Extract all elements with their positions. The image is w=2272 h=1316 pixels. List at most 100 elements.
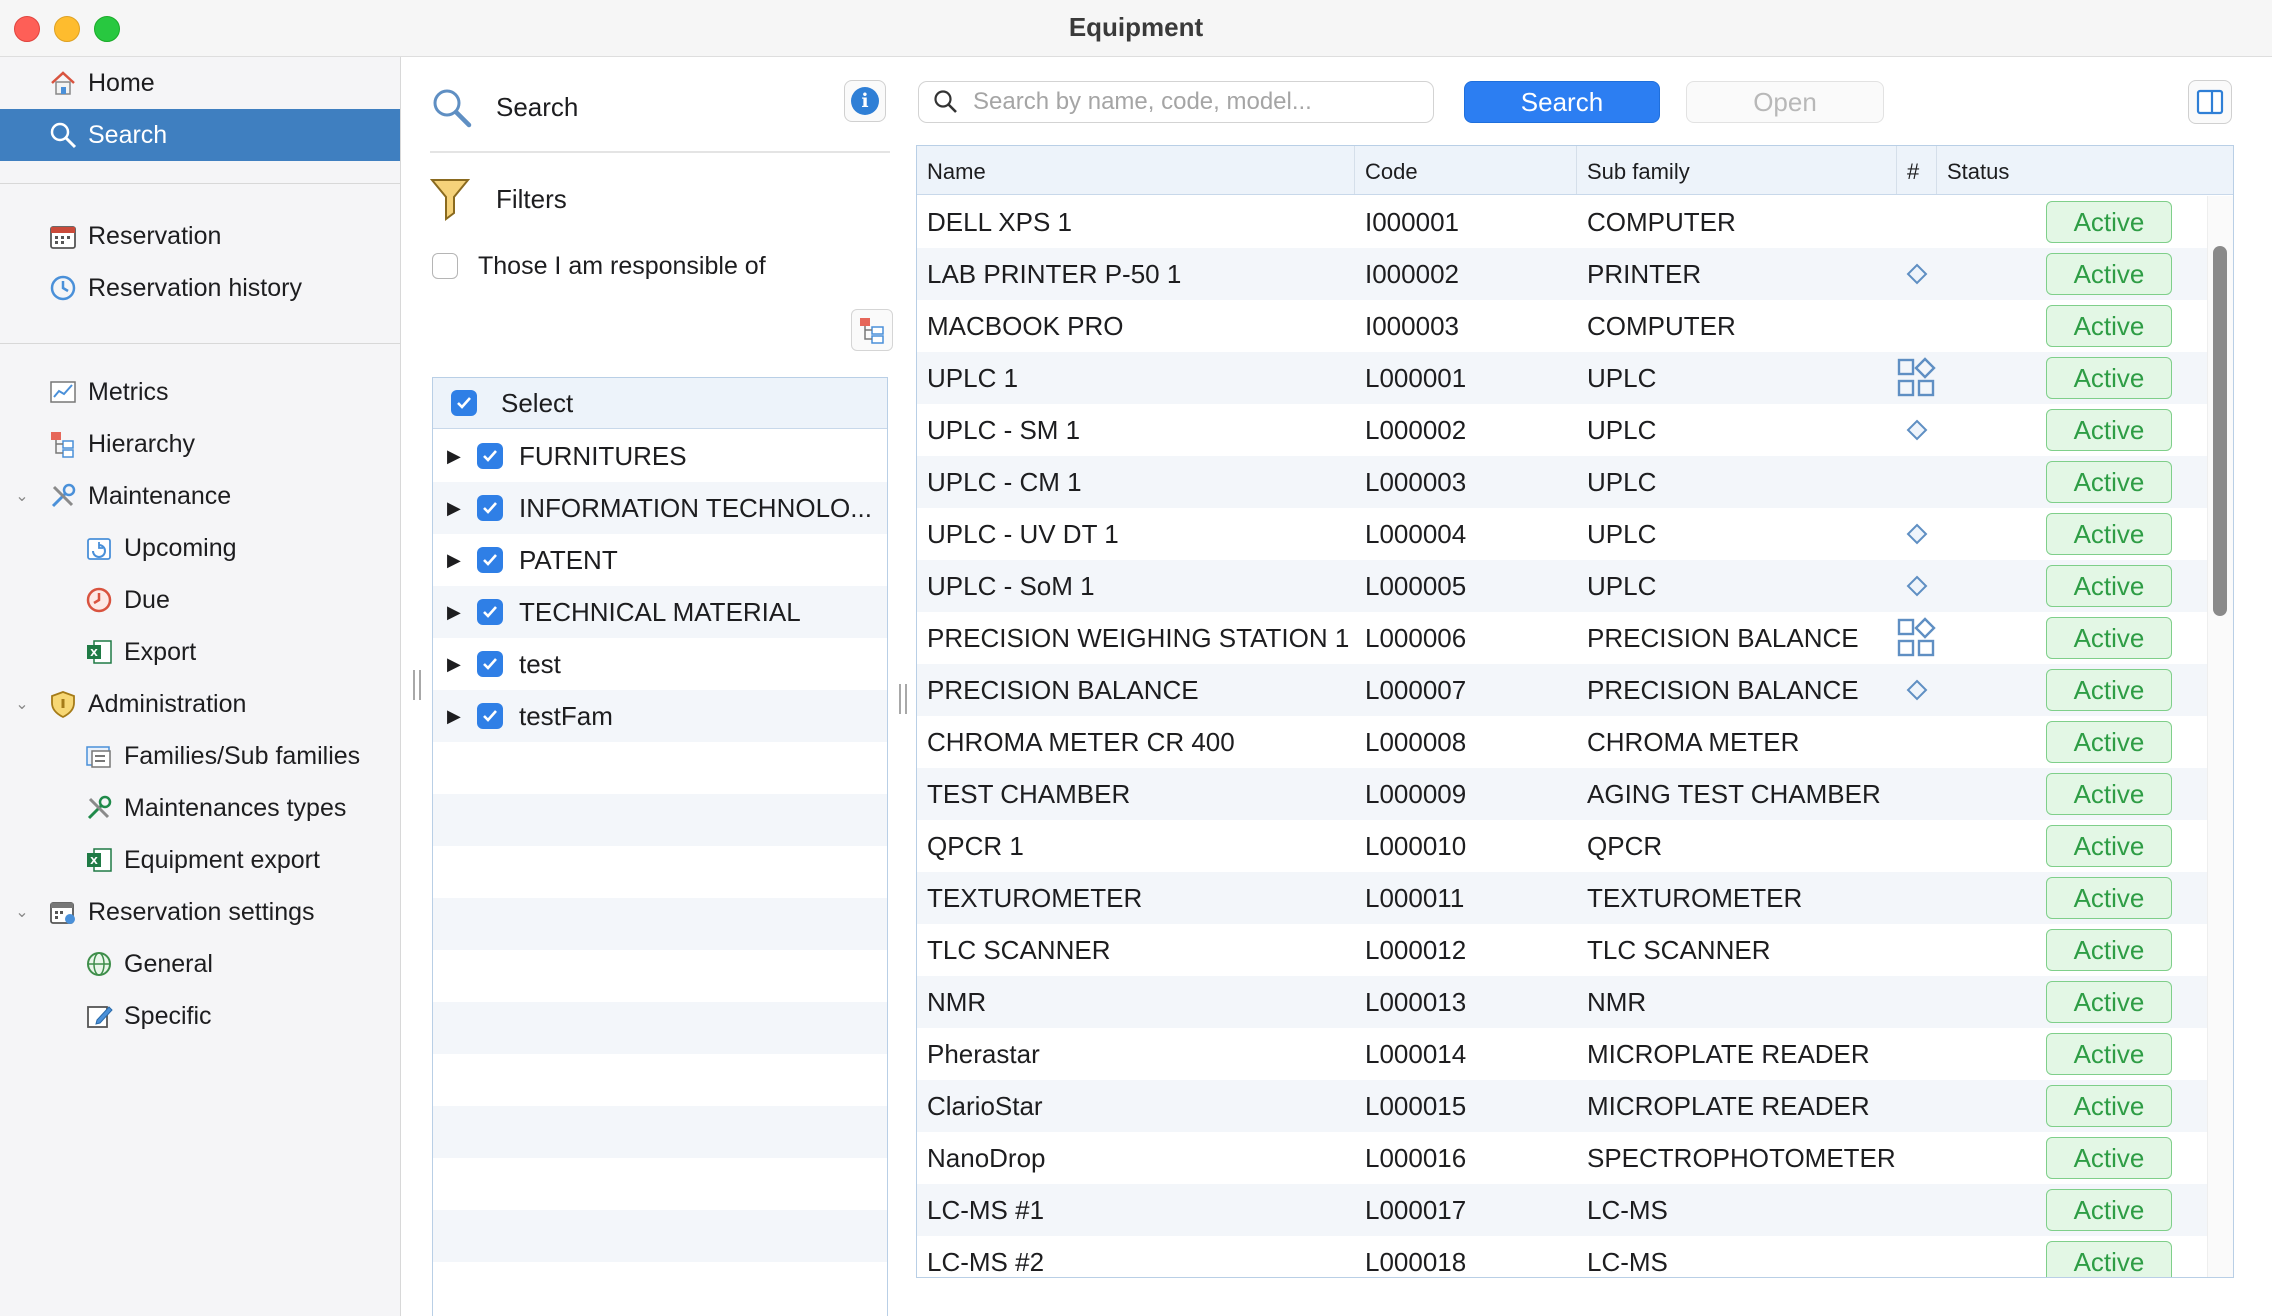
equipment-search-field[interactable] bbox=[918, 81, 1434, 123]
divider bbox=[430, 151, 890, 153]
scrollbar-thumb[interactable] bbox=[2213, 246, 2227, 616]
expand-triangle-icon[interactable]: ▶ bbox=[447, 498, 465, 519]
sidebar-item-reservation-settings[interactable]: Reservation settings bbox=[0, 886, 400, 938]
cell-sub-family: LC-MS bbox=[1587, 1195, 1668, 1225]
sidebar-item-equipment-export[interactable]: X Equipment export bbox=[0, 834, 400, 886]
table-row[interactable]: UPLC - UV DT 1 L000004 UPLC Active bbox=[917, 508, 2207, 560]
filters-section-title: Filters bbox=[496, 183, 567, 214]
column-header-sub-family[interactable]: Sub family bbox=[1577, 146, 1897, 194]
sidebar-item-maintenances-types[interactable]: Maintenances types bbox=[0, 782, 400, 834]
status-badge: Active bbox=[2046, 877, 2172, 919]
select-all-checkbox[interactable] bbox=[451, 390, 477, 416]
sidebar-item-label: Export bbox=[124, 637, 197, 666]
search-input[interactable] bbox=[971, 87, 1415, 117]
diamond-icon bbox=[1895, 664, 1939, 716]
sidebar-item-due[interactable]: Due bbox=[0, 574, 400, 626]
due-clock-icon bbox=[82, 583, 116, 617]
sidebar-panel-icon bbox=[2195, 87, 2225, 117]
tree-item-test[interactable]: ▶ test bbox=[433, 638, 887, 690]
tree-item-checkbox[interactable] bbox=[477, 599, 503, 625]
column-header-name[interactable]: Name bbox=[917, 146, 1355, 194]
table-row[interactable]: QPCR 1 L000010 QPCR Active bbox=[917, 820, 2207, 872]
sidebar-item-home[interactable]: Home bbox=[0, 57, 400, 109]
table-row[interactable]: ClarioStar L000015 MICROPLATE READER Active bbox=[917, 1080, 2207, 1132]
cell-code: L000005 bbox=[1365, 571, 1467, 601]
tree-item-checkbox[interactable] bbox=[477, 443, 503, 469]
sidebar-item-label: Upcoming bbox=[124, 533, 237, 562]
sidebar-item-export[interactable]: X Export bbox=[0, 626, 400, 678]
responsible-checkbox[interactable] bbox=[432, 253, 458, 279]
cell-name: QPCR 1 bbox=[927, 831, 1024, 861]
sidebar-item-label: Maintenances types bbox=[124, 793, 347, 822]
column-header-status[interactable]: Status bbox=[1937, 146, 2209, 194]
table-row[interactable]: TEXTUROMETER L000011 TEXTUROMETER Active bbox=[917, 872, 2207, 924]
table-row[interactable]: Pherastar L000014 MICROPLATE READER Active bbox=[917, 1028, 2207, 1080]
table-row[interactable]: UPLC - SoM 1 L000005 UPLC Active bbox=[917, 560, 2207, 612]
expand-triangle-icon[interactable]: ▶ bbox=[447, 706, 465, 727]
info-button[interactable]: i bbox=[844, 80, 886, 122]
column-header-count[interactable]: # bbox=[1897, 146, 1937, 194]
sidebar-item-general[interactable]: General bbox=[0, 938, 400, 990]
table-row[interactable]: NanoDrop L000016 SPECTROPHOTOMETER Active bbox=[917, 1132, 2207, 1184]
sidebar-item-families[interactable]: Families/Sub families bbox=[0, 730, 400, 782]
table-row[interactable]: LC-MS #1 L000017 LC-MS Active bbox=[917, 1184, 2207, 1236]
status-badge: Active bbox=[2046, 461, 2172, 503]
shield-icon bbox=[46, 687, 80, 721]
sidebar-item-metrics[interactable]: Metrics bbox=[0, 366, 400, 418]
table-row[interactable]: UPLC - CM 1 L000003 UPLC Active bbox=[917, 456, 2207, 508]
table-row[interactable]: UPLC 1 L000001 UPLC Active bbox=[917, 352, 2207, 404]
cell-sub-family: PRECISION BALANCE bbox=[1587, 675, 1859, 705]
table-row[interactable]: MACBOOK PRO I000003 COMPUTER Active bbox=[917, 300, 2207, 352]
tree-item-testfam[interactable]: ▶ testFam bbox=[433, 690, 887, 742]
tree-view-button[interactable] bbox=[851, 309, 893, 351]
tree-item-furnitures[interactable]: ▶ FURNITURES bbox=[433, 430, 887, 482]
table-row[interactable]: NMR L000013 NMR Active bbox=[917, 976, 2207, 1028]
tree-item-checkbox[interactable] bbox=[477, 651, 503, 677]
tree-item-information-technology[interactable]: ▶ INFORMATION TECHNOLO... bbox=[433, 482, 887, 534]
expand-triangle-icon[interactable]: ▶ bbox=[447, 654, 465, 675]
sidebar-item-reservation-history[interactable]: Reservation history bbox=[0, 262, 400, 314]
toggle-panel-button[interactable] bbox=[2188, 80, 2232, 124]
sidebar-item-label: Search bbox=[88, 120, 168, 149]
panel-splitter-handle[interactable] bbox=[899, 684, 907, 714]
tree-item-checkbox[interactable] bbox=[477, 703, 503, 729]
sidebar-splitter-handle[interactable] bbox=[413, 670, 421, 700]
sidebar-item-search[interactable]: Search bbox=[0, 109, 400, 161]
open-button[interactable]: Open bbox=[1686, 81, 1884, 123]
cell-name: MACBOOK PRO bbox=[927, 311, 1124, 341]
sidebar-item-administration[interactable]: Administration bbox=[0, 678, 400, 730]
cell-code: I000002 bbox=[1365, 259, 1459, 289]
tree-item-label: FURNITURES bbox=[519, 440, 687, 471]
tree-item-checkbox[interactable] bbox=[477, 547, 503, 573]
table-row[interactable]: LC-MS #2 L000018 LC-MS Active bbox=[917, 1236, 2207, 1277]
tree-item-technical-material[interactable]: ▶ TECHNICAL MATERIAL bbox=[433, 586, 887, 638]
sidebar-item-specific[interactable]: Specific bbox=[0, 990, 400, 1042]
status-badge: Active bbox=[2046, 1033, 2172, 1075]
table-row[interactable]: LAB PRINTER P-50 1 I000002 PRINTER Active bbox=[917, 248, 2207, 300]
table-row[interactable]: UPLC - SM 1 L000002 UPLC Active bbox=[917, 404, 2207, 456]
sidebar-item-reservation[interactable]: Reservation bbox=[0, 210, 400, 262]
table-row[interactable]: PRECISION BALANCE L000007 PRECISION BALANC… bbox=[917, 664, 2207, 716]
expand-triangle-icon[interactable]: ▶ bbox=[447, 446, 465, 467]
tree-item-patent[interactable]: ▶ PATENT bbox=[433, 534, 887, 586]
sidebar-item-upcoming[interactable]: Upcoming bbox=[0, 522, 400, 574]
cell-sub-family: NMR bbox=[1587, 987, 1647, 1017]
expand-triangle-icon[interactable]: ▶ bbox=[447, 602, 465, 623]
search-section-header: Search bbox=[430, 77, 890, 137]
search-button[interactable]: Search bbox=[1464, 81, 1660, 123]
sidebar-item-maintenance[interactable]: Maintenance bbox=[0, 470, 400, 522]
table-row[interactable]: TLC SCANNER L000012 TLC SCANNER Active bbox=[917, 924, 2207, 976]
table-row[interactable]: CHROMA METER CR 400 L000008 CHROMA METER Ac… bbox=[917, 716, 2207, 768]
cell-code: L000006 bbox=[1365, 623, 1467, 653]
responsible-filter[interactable]: Those I am responsible of bbox=[432, 246, 766, 286]
tree-select-all[interactable]: Select bbox=[433, 378, 887, 429]
table-row[interactable]: TEST CHAMBER L000009 AGING TEST CHAMBER Act… bbox=[917, 768, 2207, 820]
column-header-code[interactable]: Code bbox=[1355, 146, 1577, 194]
sidebar-item-label: Equipment export bbox=[124, 845, 320, 874]
expand-triangle-icon[interactable]: ▶ bbox=[447, 550, 465, 571]
tree-item-checkbox[interactable] bbox=[477, 495, 503, 521]
table-body: DELL XPS 1 I000001 COMPUTER Active LAB PRINT… bbox=[917, 196, 2207, 1277]
table-row[interactable]: PRECISION WEIGHING STATION 1 L000006 PRECI… bbox=[917, 612, 2207, 664]
table-row[interactable]: DELL XPS 1 I000001 COMPUTER Active bbox=[917, 196, 2207, 248]
sidebar-item-hierarchy[interactable]: Hierarchy bbox=[0, 418, 400, 470]
